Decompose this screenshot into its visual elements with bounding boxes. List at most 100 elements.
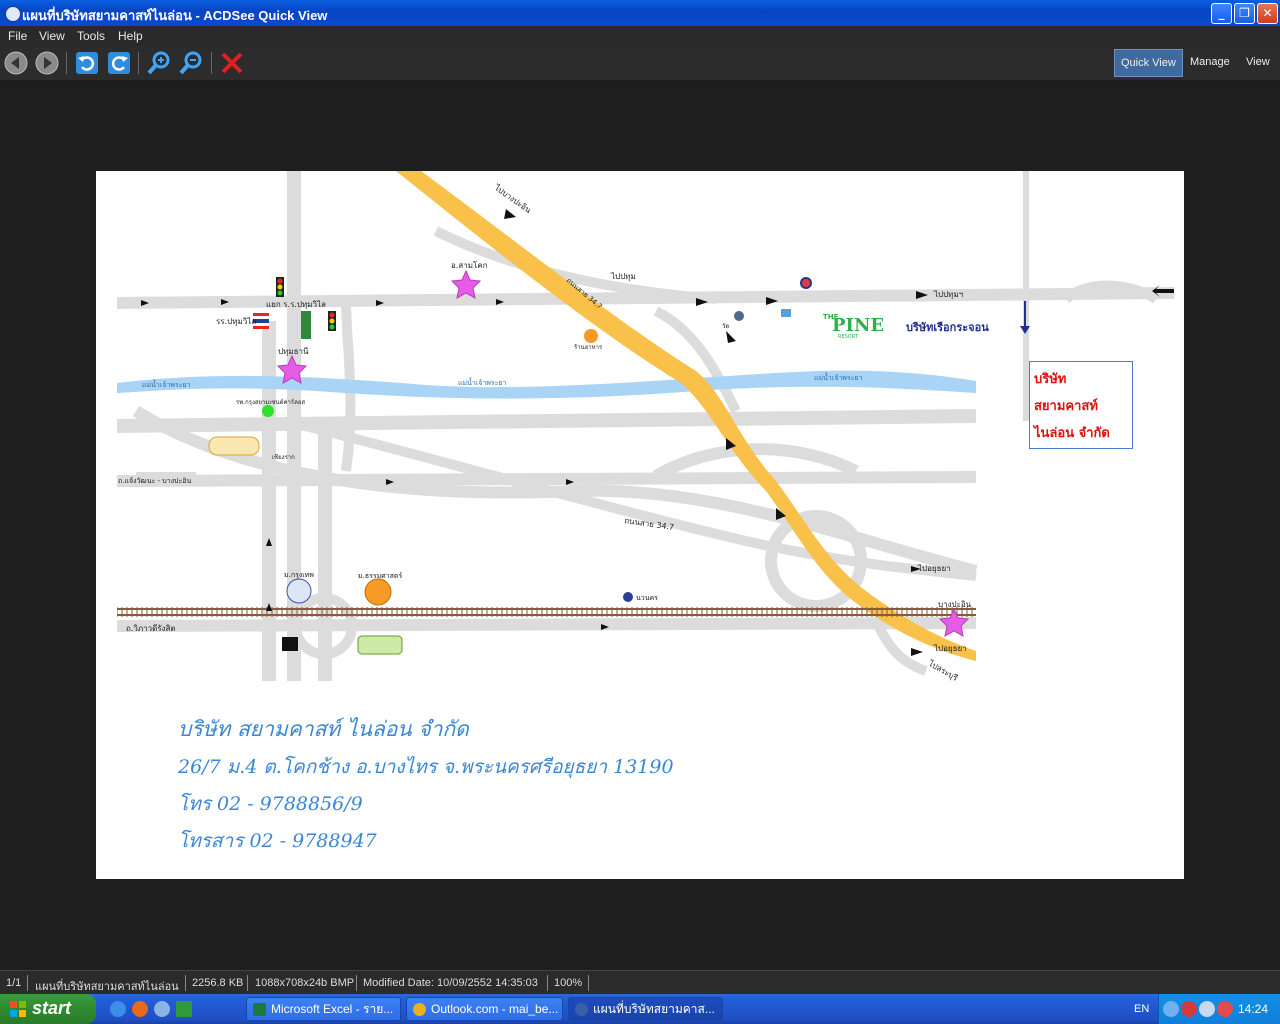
label-bangpain: บางปะอิน [938, 600, 972, 609]
label-thammasat: ม.ธรรมศาสตร์ [358, 572, 402, 580]
map-image: ไปบางปะอิน ถนนสาย 34.7 ไปปทุม ไปปทุมฯ อ.… [96, 171, 1184, 879]
taskbar-item-label: Outlook.com - mai_be... [431, 1002, 559, 1016]
thammasat-logo [364, 578, 392, 606]
status-size: 2256.8 KB [192, 977, 244, 989]
excel-icon [253, 1003, 266, 1016]
traffic-light-icon [328, 311, 336, 331]
mall-logo [208, 436, 260, 456]
billboard-icon [301, 311, 311, 339]
window-title: แผนที่บริษัทสยามคาสท์ไนล่อน - ACDSee Qui… [22, 8, 328, 23]
menu-help[interactable]: Help [118, 29, 143, 43]
minimize-button[interactable]: _ [1211, 3, 1232, 24]
menu-file[interactable]: File [8, 29, 27, 43]
restore-button[interactable]: ❐ [1234, 3, 1255, 24]
tray-expand-icon[interactable] [1163, 1001, 1179, 1017]
callout-line: สยามคาสท์ [1034, 399, 1098, 414]
label-restaurant: ร้านอาหาร [574, 344, 603, 351]
bus-icon [781, 309, 791, 317]
status-filename: แผนที่บริษัทสยามคาสท์ไนล่อน [35, 981, 179, 993]
previous-icon[interactable] [3, 50, 29, 76]
gas-station-icon [800, 277, 812, 289]
chrome-icon [413, 1003, 426, 1016]
label-boat-company: บริษัทเรือกระจอน [906, 321, 989, 334]
roads [116, 171, 1175, 681]
menu-tools[interactable]: Tools [77, 29, 105, 43]
show-desktop-icon[interactable] [176, 1001, 192, 1017]
language-indicator[interactable]: EN [1134, 1003, 1149, 1015]
traffic-light-icon [276, 277, 284, 297]
app-quicklaunch-icon[interactable] [154, 1001, 170, 1017]
rotate-left-icon[interactable] [74, 50, 100, 76]
firefox-icon[interactable] [132, 1001, 148, 1017]
label-pine: PINE [832, 315, 884, 336]
start-button[interactable]: start [0, 994, 96, 1024]
status-separator [185, 975, 186, 991]
toolbar-separator [138, 52, 139, 74]
market-logo [357, 635, 403, 655]
tab-view[interactable]: View [1240, 49, 1276, 75]
callout-line: ไนล่อน จำกัด [1034, 426, 1110, 441]
acdsee-app-icon[interactable] [5, 6, 21, 22]
status-separator [247, 975, 248, 991]
taskbar-item-excel[interactable]: Microsoft Excel - ราย... [246, 997, 401, 1021]
label-junction: แยก ร.ร.ปทุมวิไล [266, 300, 326, 309]
label-hospital: รพ.กรุงสยามเซนต์คาร์ลอส [236, 398, 305, 406]
title-bar: แผนที่บริษัทสยามคาสท์ไนล่อน - ACDSee Qui… [0, 0, 1280, 26]
label-pathumthani: ปทุมธานี [278, 347, 309, 356]
taskbar-item-outlook[interactable]: Outlook.com - mai_be... [406, 997, 563, 1021]
company-address: 26/7 ม.4 ต.โคกช้าง อ.บางไทร จ.พระนครศรีอ… [178, 756, 674, 778]
label-to-bangpain: ไปบางปะอิน [492, 183, 533, 215]
label-pine-resort: RESORT [838, 334, 859, 340]
bangkok-university-logo [286, 578, 312, 604]
restaurant-icon [584, 329, 598, 343]
label-krungthep-u: ม.กรุงเทพ [284, 571, 314, 579]
taskbar-item-label: แผนที่บริษัทสยามคาส... [593, 1002, 715, 1016]
temple-icon [734, 311, 744, 321]
status-bar: 1/1 แผนที่บริษัทสยามคาสท์ไนล่อน 2256.8 K… [0, 970, 1280, 995]
company-fax: โทรสาร 02 - 9788947 [178, 830, 377, 852]
rotate-right-icon[interactable] [106, 50, 132, 76]
label-to-ayutthaya-2: ไปอยุธยา [933, 644, 967, 653]
zoom-in-icon[interactable] [146, 50, 172, 76]
hospital-icon [262, 405, 274, 417]
label-changwattana: ถ.แจ้งวัฒนะ - บางปะอิน [118, 477, 191, 485]
ie-icon[interactable] [110, 1001, 126, 1017]
network-icon[interactable] [1199, 1001, 1215, 1017]
zoom-out-icon[interactable] [178, 50, 204, 76]
tab-quick-view[interactable]: Quick View [1114, 49, 1183, 77]
label-to-pathum: ไปปทุม [610, 272, 636, 281]
company-name: บริษัท สยามคาสท์ ไนล่อน จำกัด [178, 717, 469, 741]
next-icon[interactable] [34, 50, 60, 76]
company-callout-box: บริษัท สยามคาสท์ ไนล่อน จำกัด [1029, 361, 1133, 449]
antivirus-icon[interactable] [1181, 1001, 1197, 1017]
company-phone: โทร 02 - 9788856/9 [178, 793, 363, 815]
label-river-2: แม่น้ำเจ้าพระยา [458, 376, 507, 387]
windows-logo-icon [10, 1001, 26, 1017]
taskbar-item-acdsee[interactable]: แผนที่บริษัทสยามคาส... [568, 997, 723, 1021]
clock: 14:24 [1238, 1002, 1269, 1016]
taskbar-item-label: Microsoft Excel - ราย... [271, 1002, 394, 1016]
railway-ties [117, 607, 976, 617]
navanakorn-icon [623, 592, 633, 602]
tab-manage[interactable]: Manage [1184, 49, 1236, 75]
close-button[interactable]: ✕ [1257, 3, 1278, 24]
label-to-saraburi: ไปสระบุรี [926, 658, 960, 683]
status-dimensions: 1088x708x24b BMP [255, 977, 355, 989]
status-separator [588, 975, 589, 991]
toolbar: Quick View Manage View [0, 46, 1280, 81]
start-label: start [32, 998, 72, 1018]
label-to-ayutthaya-1: ไปอยุธยา [917, 564, 951, 573]
tray-app-icon[interactable] [1217, 1001, 1233, 1017]
label-chiangrak: เชียงราก [272, 453, 295, 461]
status-separator [547, 975, 548, 991]
label-navanakorn: นวนคร [636, 594, 658, 602]
status-zoom: 100% [554, 977, 583, 989]
delete-icon[interactable] [219, 50, 245, 76]
status-modified: Modified Date: 10/09/2552 14:35:03 [363, 977, 538, 989]
callout-line: บริษัท [1034, 372, 1067, 387]
menu-view[interactable]: View [39, 29, 65, 43]
label-samkhok: อ.สามโคก [451, 260, 488, 270]
toolbar-separator [211, 52, 212, 74]
acdsee-icon [575, 1003, 588, 1016]
taskbar: start Microsoft Excel - ราย... Outlook.c… [0, 994, 1280, 1024]
